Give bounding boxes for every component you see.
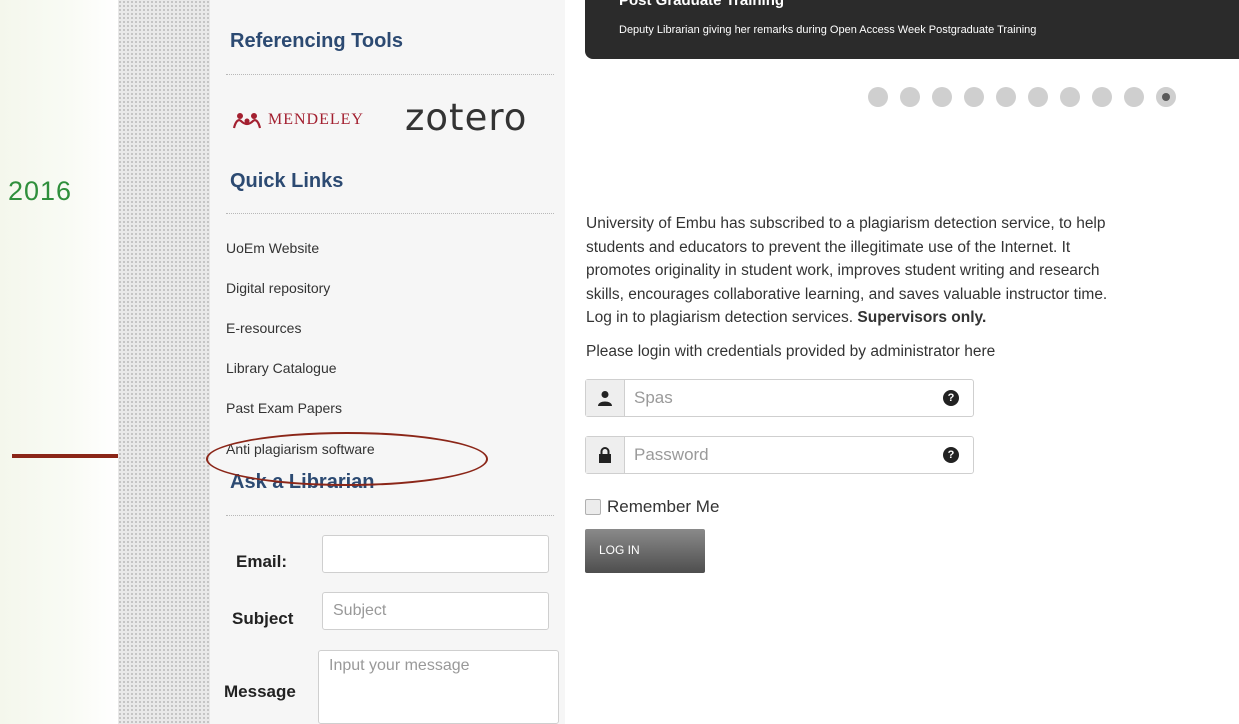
description-line: skills, encourages collaborative learnin… (586, 285, 1108, 303)
slider-dot[interactable] (1028, 87, 1048, 107)
username-help-icon[interactable]: ? (943, 390, 959, 406)
description-line: promotes originality in student work, im… (586, 262, 1100, 279)
ask-a-librarian-title: Ask a Librarian (230, 471, 375, 493)
slider-dot[interactable] (996, 87, 1016, 107)
username-input[interactable] (625, 380, 943, 416)
login-instruction-text: Log in to plagiarism detection services. (586, 309, 858, 326)
separator (226, 74, 554, 75)
slider-dot[interactable] (1060, 87, 1080, 107)
image-slider[interactable]: Post Graduate Training Deputy Librarian … (585, 0, 1239, 59)
separator (226, 213, 554, 214)
remember-me-label: Remember Me (607, 497, 720, 516)
mendeley-link[interactable]: MENDELEY (232, 111, 364, 129)
separator (226, 515, 554, 516)
slider-dot[interactable] (964, 87, 984, 107)
slider-dot[interactable] (868, 87, 888, 107)
supervisors-only-note: Supervisors only. (857, 309, 987, 326)
quick-link-e-resources[interactable]: E-resources (226, 320, 301, 336)
user-icon (586, 380, 625, 416)
password-input[interactable] (625, 437, 943, 473)
slide-year-text: 2016 (8, 176, 73, 206)
slide-background (0, 0, 118, 724)
login-instruction: Log in to plagiarism detection services.… (586, 306, 1239, 330)
slide-title: Post Graduate Training (619, 0, 785, 9)
password-group: ? (585, 436, 974, 474)
password-help-icon[interactable]: ? (943, 447, 959, 463)
credentials-note: Please login with credentials provided b… (586, 343, 996, 360)
message-field[interactable] (318, 650, 559, 724)
slider-dot[interactable] (900, 87, 920, 107)
slider-dot[interactable] (1092, 87, 1112, 107)
login-button[interactable]: LOG IN (585, 529, 705, 573)
slider-dot[interactable] (932, 87, 952, 107)
quick-links-title: Quick Links (230, 170, 344, 192)
email-field[interactable] (322, 535, 549, 573)
slide-caption: Deputy Librarian giving her remarks duri… (619, 24, 1037, 36)
zotero-link[interactable]: zotero (405, 96, 527, 139)
subject-field[interactable] (322, 592, 549, 630)
decorative-pattern (118, 0, 210, 724)
email-label: Email: (236, 552, 288, 571)
checkbox-box[interactable] (585, 499, 601, 515)
quick-link-uoem-website[interactable]: UoEm Website (226, 240, 319, 256)
mendeley-label: MENDELEY (268, 111, 364, 128)
description-line: students and educators to prevent the il… (586, 238, 1071, 256)
slider-dot[interactable] (1156, 87, 1176, 107)
quick-link-digital-repository[interactable]: Digital repository (226, 280, 330, 296)
referencing-tools-title: Referencing Tools (230, 30, 403, 52)
slider-pagination (868, 87, 1176, 107)
quick-link-anti-plagiarism-software[interactable]: Anti plagiarism software (226, 441, 375, 457)
remember-me-checkbox[interactable]: Remember Me (585, 497, 719, 517)
description-line: University of Embu has subscribed to a p… (586, 215, 1106, 232)
subject-label: Subject (232, 609, 294, 628)
sidebar: Referencing Tools MENDELEY zotero Quick … (210, 0, 565, 724)
plagiarism-description: University of Embu has subscribed to a p… (586, 212, 1239, 330)
slider-dot[interactable] (1124, 87, 1144, 107)
quick-link-past-exam-papers[interactable]: Past Exam Papers (226, 400, 342, 416)
quick-link-library-catalogue[interactable]: Library Catalogue (226, 360, 337, 376)
username-group: ? (585, 379, 974, 417)
mendeley-logo-icon (232, 113, 262, 129)
lock-icon (586, 437, 625, 473)
message-label: Message (224, 682, 296, 701)
